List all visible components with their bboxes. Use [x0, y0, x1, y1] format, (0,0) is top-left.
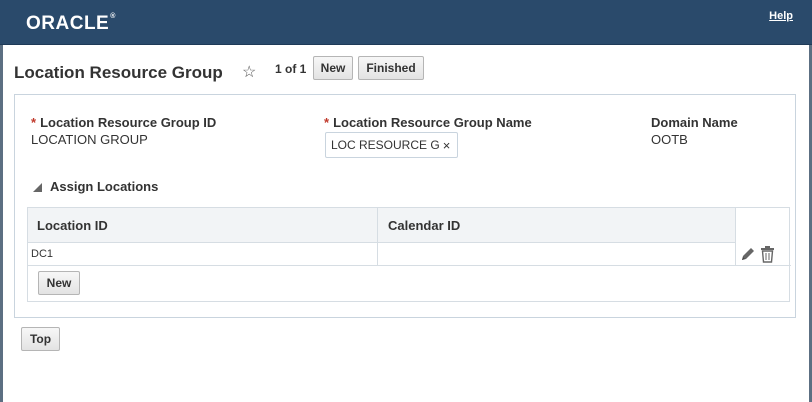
required-marker: * — [324, 115, 330, 130]
column-header-calendar-id[interactable]: Calendar ID — [379, 208, 736, 242]
collapse-triangle-icon — [33, 183, 42, 192]
logo-text: ORACLE — [26, 13, 110, 34]
new-location-button[interactable]: New — [38, 271, 80, 295]
assign-locations-toggle[interactable]: Assign Locations — [33, 179, 158, 194]
finished-button[interactable]: Finished — [358, 56, 424, 80]
delete-icon[interactable] — [759, 245, 776, 263]
record-pager: 1 of 1 — [275, 62, 307, 76]
form-panel: * Location Resource Group ID LOCATION GRO… — [14, 94, 796, 318]
assign-locations-title: Assign Locations — [50, 179, 159, 194]
clear-icon[interactable]: × — [443, 138, 451, 153]
required-marker: * — [31, 115, 37, 130]
help-link[interactable]: Help — [769, 10, 793, 22]
resource-group-name-field[interactable]: LOC RESOURCE G × — [325, 132, 458, 158]
domain-name-value: OOTB — [651, 132, 688, 147]
page-title-bar: Location Resource Group ☆ 1 of 1 New Fin… — [14, 56, 794, 84]
resource-group-id-label: * Location Resource Group ID — [31, 115, 216, 130]
table-row[interactable]: DC1 — [28, 243, 791, 266]
branding-bar: ORACLE® Help — [0, 0, 812, 45]
resource-group-name-label-text: Location Resource Group Name — [333, 115, 532, 130]
table-header: Location ID Calendar ID — [28, 208, 736, 243]
star-icon[interactable]: ☆ — [242, 62, 256, 82]
new-button[interactable]: New — [313, 56, 353, 80]
trademark-mark: ® — [110, 13, 116, 20]
top-button[interactable]: Top — [21, 327, 60, 351]
oracle-logo: ORACLE® — [26, 13, 116, 35]
resource-group-id-value: LOCATION GROUP — [31, 132, 148, 147]
column-header-location-id[interactable]: Location ID — [28, 208, 378, 242]
assign-locations-table: Location ID Calendar ID DC1 New — [27, 207, 791, 302]
resource-group-name-value: LOC RESOURCE G — [331, 138, 440, 152]
page-title: Location Resource Group — [14, 63, 223, 82]
calendar-id-cell — [379, 243, 736, 265]
row-actions — [739, 245, 776, 263]
edit-icon[interactable] — [739, 245, 756, 263]
location-id-cell: DC1 — [28, 243, 378, 265]
domain-name-label: Domain Name — [651, 115, 738, 130]
resource-group-id-label-text: Location Resource Group ID — [40, 115, 217, 130]
resource-group-name-label: * Location Resource Group Name — [324, 115, 532, 130]
